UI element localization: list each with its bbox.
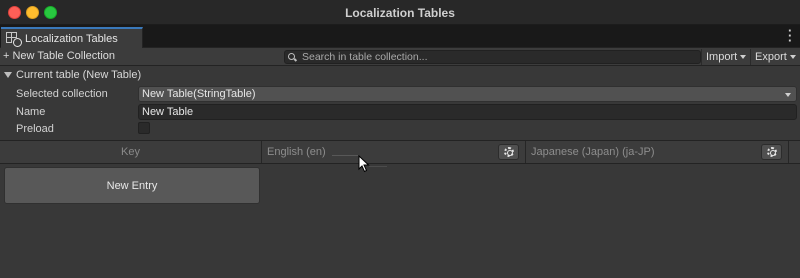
toolbar: + New Table Collection Search in table c… — [0, 48, 800, 66]
gear-icon — [766, 147, 777, 157]
more-vertical-icon[interactable]: · · · — [788, 24, 792, 47]
table-column-header: Key English (en) Japanese (Japan) (ja-JP… — [0, 140, 800, 164]
mouse-pointer-icon — [358, 155, 370, 173]
new-entry-button[interactable]: New Entry — [4, 167, 260, 204]
column-settings-button[interactable] — [761, 144, 782, 160]
preload-label: Preload — [16, 123, 54, 135]
column-label: English (en) — [267, 146, 326, 158]
column-header-english[interactable]: English (en) — [262, 141, 526, 163]
foldout-arrow-icon — [4, 72, 12, 78]
column-settings-button[interactable] — [498, 144, 519, 160]
chevron-down-icon — [789, 55, 796, 59]
search-field[interactable]: Search in table collection... — [284, 50, 701, 64]
column-label: Japanese (Japan) (ja-JP) — [531, 146, 655, 158]
name-label: Name — [16, 106, 46, 118]
selected-collection-value: New Table(StringTable) — [142, 88, 256, 100]
table-name-field[interactable]: New Table — [138, 104, 797, 120]
drag-indicator — [332, 155, 358, 156]
column-header-key[interactable]: Key — [0, 141, 262, 163]
selected-collection-label: Selected collection — [16, 88, 108, 100]
current-table-foldout[interactable]: Current table (New Table) — [4, 69, 141, 81]
gear-icon — [503, 147, 514, 157]
tab-localization-tables[interactable]: Localization Tables — [1, 27, 143, 48]
current-table-header: Current table (New Table) — [16, 69, 142, 81]
new-table-collection-button[interactable]: + New Table Collection — [3, 50, 115, 62]
tab-bar: Localization Tables · · · — [0, 24, 800, 48]
localization-tables-icon — [6, 31, 22, 47]
column-header-japanese[interactable]: Japanese (Japan) (ja-JP) — [526, 141, 789, 163]
import-menu-button[interactable]: Import — [701, 49, 750, 65]
export-menu-button[interactable]: Export — [750, 49, 800, 65]
selected-collection-dropdown[interactable]: New Table(StringTable) — [138, 86, 797, 102]
chevron-down-icon — [785, 93, 791, 97]
column-label: Key — [121, 146, 140, 158]
search-placeholder: Search in table collection... — [302, 51, 428, 63]
tab-label: Localization Tables — [25, 32, 118, 45]
search-icon — [288, 52, 298, 62]
window-titlebar: Localization Tables — [0, 0, 800, 25]
import-label: Import — [706, 51, 738, 63]
window-title: Localization Tables — [345, 6, 455, 20]
chevron-down-icon — [740, 55, 747, 59]
export-label: Export — [755, 51, 787, 63]
table-name-value: New Table — [142, 106, 194, 118]
preload-checkbox[interactable] — [138, 122, 150, 134]
